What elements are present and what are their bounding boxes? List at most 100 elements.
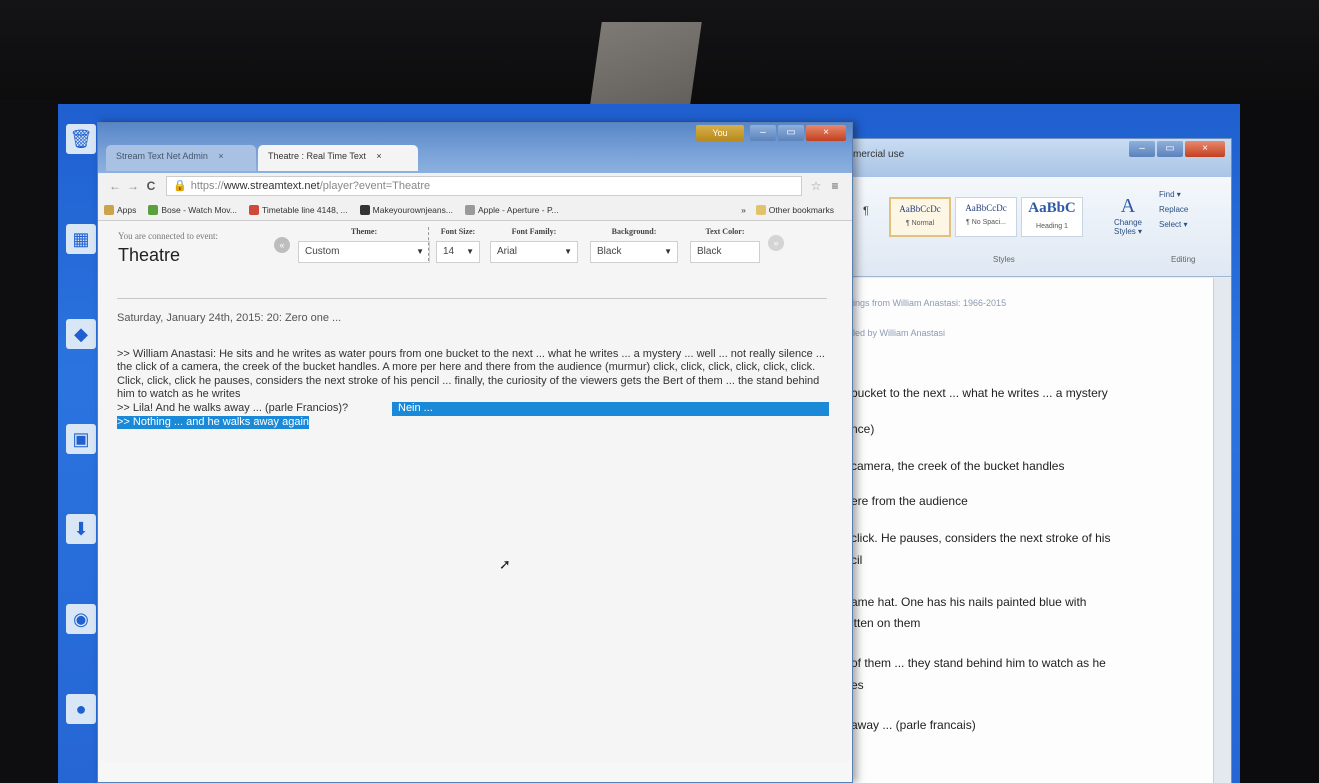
desktop-shortcut-icon[interactable]: ● (64, 694, 98, 724)
styles-group-label: Styles (993, 255, 1015, 264)
style-normal[interactable]: AaBbCcDc ¶ Normal (889, 197, 951, 237)
reload-icon[interactable]: C (142, 179, 160, 193)
other-bookmarks[interactable]: Other bookmarks (755, 204, 834, 215)
maximize-button[interactable]: ▭ (778, 125, 804, 141)
style-name: Heading 1 (1036, 223, 1068, 230)
dropdown-arrow-icon: ▼ (466, 247, 474, 256)
vertical-scrollbar[interactable] (1213, 278, 1231, 783)
monitor-bezel-right (1238, 100, 1319, 783)
background-select[interactable]: Black ▼ (590, 241, 678, 263)
style-heading-1[interactable]: AaBbC Heading 1 (1021, 197, 1083, 237)
maximize-button[interactable]: ▭ (1157, 141, 1183, 157)
profile-button[interactable]: You (696, 125, 744, 141)
close-button[interactable]: × (1185, 141, 1225, 157)
bookmark-favicon (148, 204, 159, 215)
theme-control: Theme: Custom ▼ (298, 227, 430, 263)
address-bar[interactable]: 🔒 https://www.streamtext.net/player?event… (166, 176, 802, 196)
word-window: mercial use – ▭ × ¶ AaBbCcDc ¶ Normal Aa… (842, 138, 1232, 783)
replace-button[interactable]: Replace (1159, 202, 1229, 217)
bookmark-makeyourownjeans[interactable]: Makeyourownjeans... (359, 204, 453, 215)
connected-label: You are connected to event: (118, 231, 219, 241)
theme-label: Theme: (350, 227, 378, 236)
recycle-bin-icon[interactable]: 🗑 (64, 124, 98, 154)
minimize-button[interactable]: – (1129, 141, 1155, 157)
dropdown-arrow-icon: ▼ (416, 247, 424, 256)
minimize-button[interactable]: – (750, 125, 776, 141)
tab-theatre[interactable]: Theatre : Real Time Text × (258, 145, 418, 171)
font-size-control: Font Size: 14 ▼ (436, 227, 480, 263)
tab-streamtext-admin[interactable]: Stream Text Net Admin × (106, 145, 256, 171)
style-sample: AaBbC (1028, 200, 1076, 216)
text-color-value: Black (697, 246, 722, 257)
bookmark-favicon (248, 204, 259, 215)
bookmark-timetable[interactable]: Timetable line 4148, ... (248, 204, 348, 215)
bookmark-favicon (359, 204, 370, 215)
change-styles-icon: A (1120, 195, 1136, 217)
select-button[interactable]: Select ▾ (1159, 217, 1229, 232)
bookmark-bose[interactable]: Bose - Watch Mov... (148, 204, 237, 215)
doc-line: itten on them (851, 616, 921, 630)
word-title: mercial use (853, 149, 905, 160)
change-styles-button[interactable]: A Change Styles ▾ (1105, 195, 1151, 236)
chrome-title-bar: Stream Text Net Admin × Theatre : Real T… (98, 123, 852, 173)
style-no-spacing[interactable]: AaBbCcDc ¶ No Spaci... (955, 197, 1017, 237)
rewind-button[interactable]: « (274, 237, 290, 253)
bookmark-label: Other bookmarks (768, 204, 834, 215)
bookmark-apps[interactable]: Apps (104, 204, 137, 215)
apps-icon (104, 204, 114, 215)
back-icon[interactable]: ← (106, 179, 124, 193)
tab-close-icon[interactable]: × (376, 151, 381, 161)
tab-close-icon[interactable]: × (218, 151, 223, 161)
text-color-select[interactable]: Black (690, 241, 760, 263)
doc-header: ings from William Anastasi: 1966-2015 (853, 298, 1007, 308)
font-family-label: Font Family: (511, 227, 557, 236)
word-document-page[interactable]: ings from William Anastasi: 1966-2015 le… (843, 278, 1215, 783)
desktop-shortcut-icon[interactable]: ◉ (64, 604, 98, 634)
close-button[interactable]: × (806, 125, 846, 141)
text-color-control: Text Color: Black (690, 227, 760, 263)
bookmark-label: Timetable line 4148, ... (261, 204, 348, 215)
desktop-shortcut-icon[interactable]: ▣ (64, 424, 98, 454)
font-family-value: Arial (497, 246, 518, 257)
bookmark-star-icon[interactable]: ☆ (806, 179, 826, 193)
streamtext-player: You are connected to event: Theatre « Th… (98, 221, 852, 761)
font-size-value: 14 (443, 246, 455, 257)
style-sample: AaBbCcDc (899, 204, 941, 214)
forward-button[interactable]: » (768, 235, 784, 251)
webcam-cover-tape (590, 22, 702, 104)
find-button[interactable]: Find ▾ (1159, 187, 1229, 202)
forward-icon[interactable]: → (124, 179, 142, 193)
doc-line: of them ... they stand behind him to wat… (851, 656, 1106, 670)
doc-line: away ... (parle francais) (851, 718, 976, 732)
doc-line: nce) (851, 422, 875, 436)
style-name: ¶ Normal (905, 220, 935, 227)
font-size-select[interactable]: 14 ▼ (436, 241, 480, 263)
bookmarks-overflow-button[interactable]: » (741, 205, 746, 215)
url-path: /player?event=Theatre (319, 180, 431, 192)
player-control-bar: You are connected to event: Theatre « Th… (98, 221, 852, 283)
tab-label: Theatre : Real Time Text (268, 151, 366, 161)
bookmark-label: Makeyourownjeans... (372, 204, 453, 215)
editing-group-label: Editing (1171, 255, 1196, 264)
desktop-shortcut-icon[interactable]: ▦ (64, 224, 98, 254)
control-divider (428, 227, 429, 261)
theme-select[interactable]: Custom ▼ (298, 241, 430, 263)
doc-line: bucket to the next ... what he writes ..… (851, 386, 1108, 400)
chrome-menu-icon[interactable]: ≡ (826, 179, 844, 193)
doc-line: click. He pauses, considers the next str… (851, 531, 1111, 545)
doc-line: ere from the audience (851, 494, 968, 508)
bookmark-apple-aperture[interactable]: Apple - Aperture - P... (464, 204, 559, 215)
dropdown-arrow-icon: ▼ (564, 247, 572, 256)
background-control: Background: Black ▼ (590, 227, 678, 263)
chrome-window: Stream Text Net Admin × Theatre : Real T… (97, 122, 853, 783)
desktop-shortcut-icon[interactable]: ◆ (64, 319, 98, 349)
bookmark-label: Apps (117, 204, 137, 215)
monitor-bezel-left (0, 100, 60, 783)
background-value: Black (597, 246, 622, 257)
desktop-shortcut-icon[interactable]: ⬇ (64, 514, 98, 544)
url-scheme: https:// (190, 180, 224, 192)
style-name: ¶ No Spaci... (966, 219, 1006, 226)
font-family-select[interactable]: Arial ▼ (490, 241, 578, 263)
pilcrow-icon[interactable]: ¶ (863, 205, 869, 217)
doc-subheader: led by William Anastasi (853, 328, 946, 338)
